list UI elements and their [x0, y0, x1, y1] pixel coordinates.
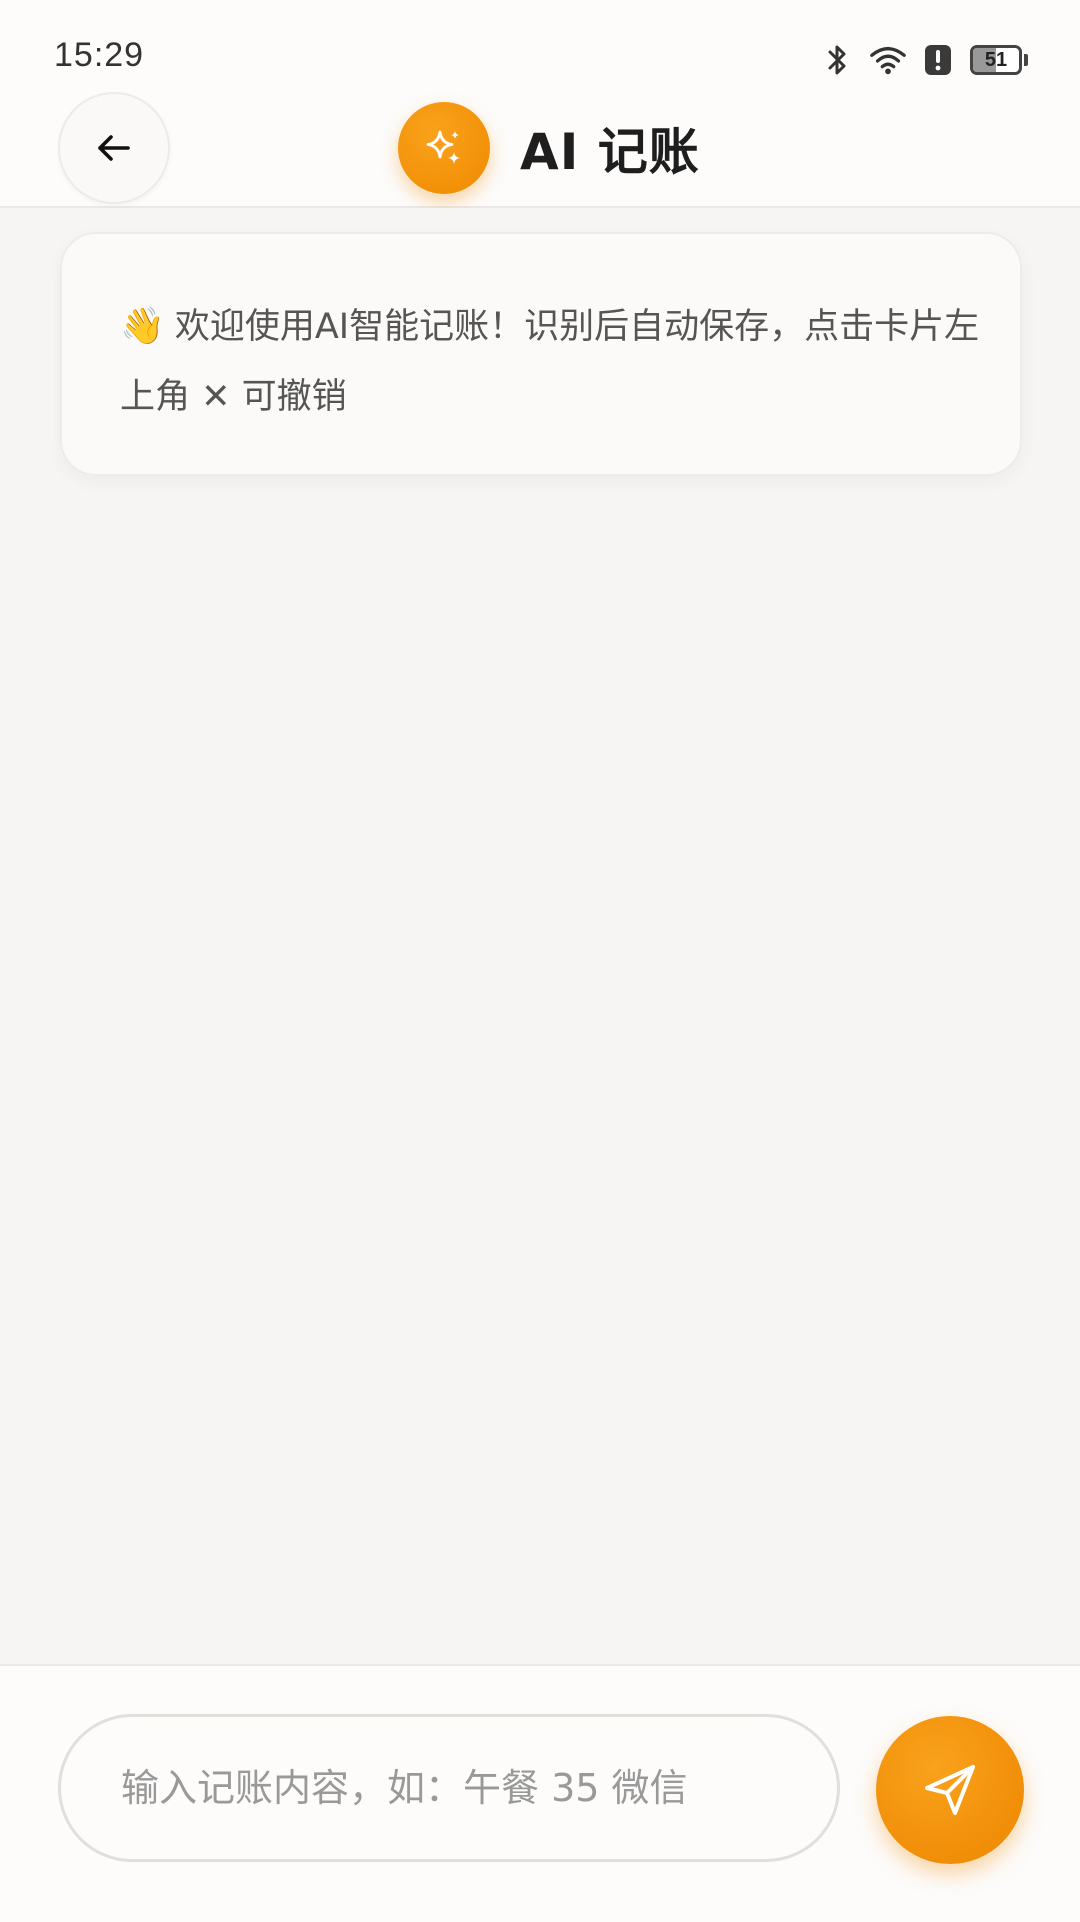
ai-badge — [398, 102, 490, 194]
send-icon — [925, 1765, 975, 1815]
input-bar — [0, 1664, 1080, 1922]
status-time: 15:29 — [54, 36, 145, 74]
wifi-icon — [870, 42, 906, 78]
header: AI 记账 — [0, 80, 1080, 208]
back-button[interactable] — [58, 92, 170, 204]
chat-area[interactable]: 👋 欢迎使用AI智能记账！识别后自动保存，点击卡片左上角 ✕ 可撤销 — [0, 208, 1080, 1664]
waving-hand-icon: 👋 — [120, 306, 165, 347]
bluetooth-icon — [820, 42, 856, 78]
page-title: AI 记账 — [520, 123, 700, 181]
arrow-left-icon — [98, 135, 130, 161]
title-wrap: AI 记账 — [398, 102, 700, 194]
status-icons: 51 — [820, 40, 1028, 80]
welcome-text: 欢迎使用AI智能记账！识别后自动保存，点击卡片左上角 ✕ 可撤销 — [120, 307, 980, 417]
send-button[interactable] — [876, 1716, 1024, 1864]
accounting-input[interactable] — [58, 1714, 840, 1862]
battery-icon: 51 — [970, 45, 1028, 75]
welcome-message: 👋 欢迎使用AI智能记账！识别后自动保存，点击卡片左上角 ✕ 可撤销 — [120, 292, 998, 432]
alert-icon — [920, 42, 956, 78]
sparkle-icon — [426, 130, 460, 164]
battery-level: 51 — [984, 49, 1008, 71]
welcome-card: 👋 欢迎使用AI智能记账！识别后自动保存，点击卡片左上角 ✕ 可撤销 — [60, 232, 1022, 476]
